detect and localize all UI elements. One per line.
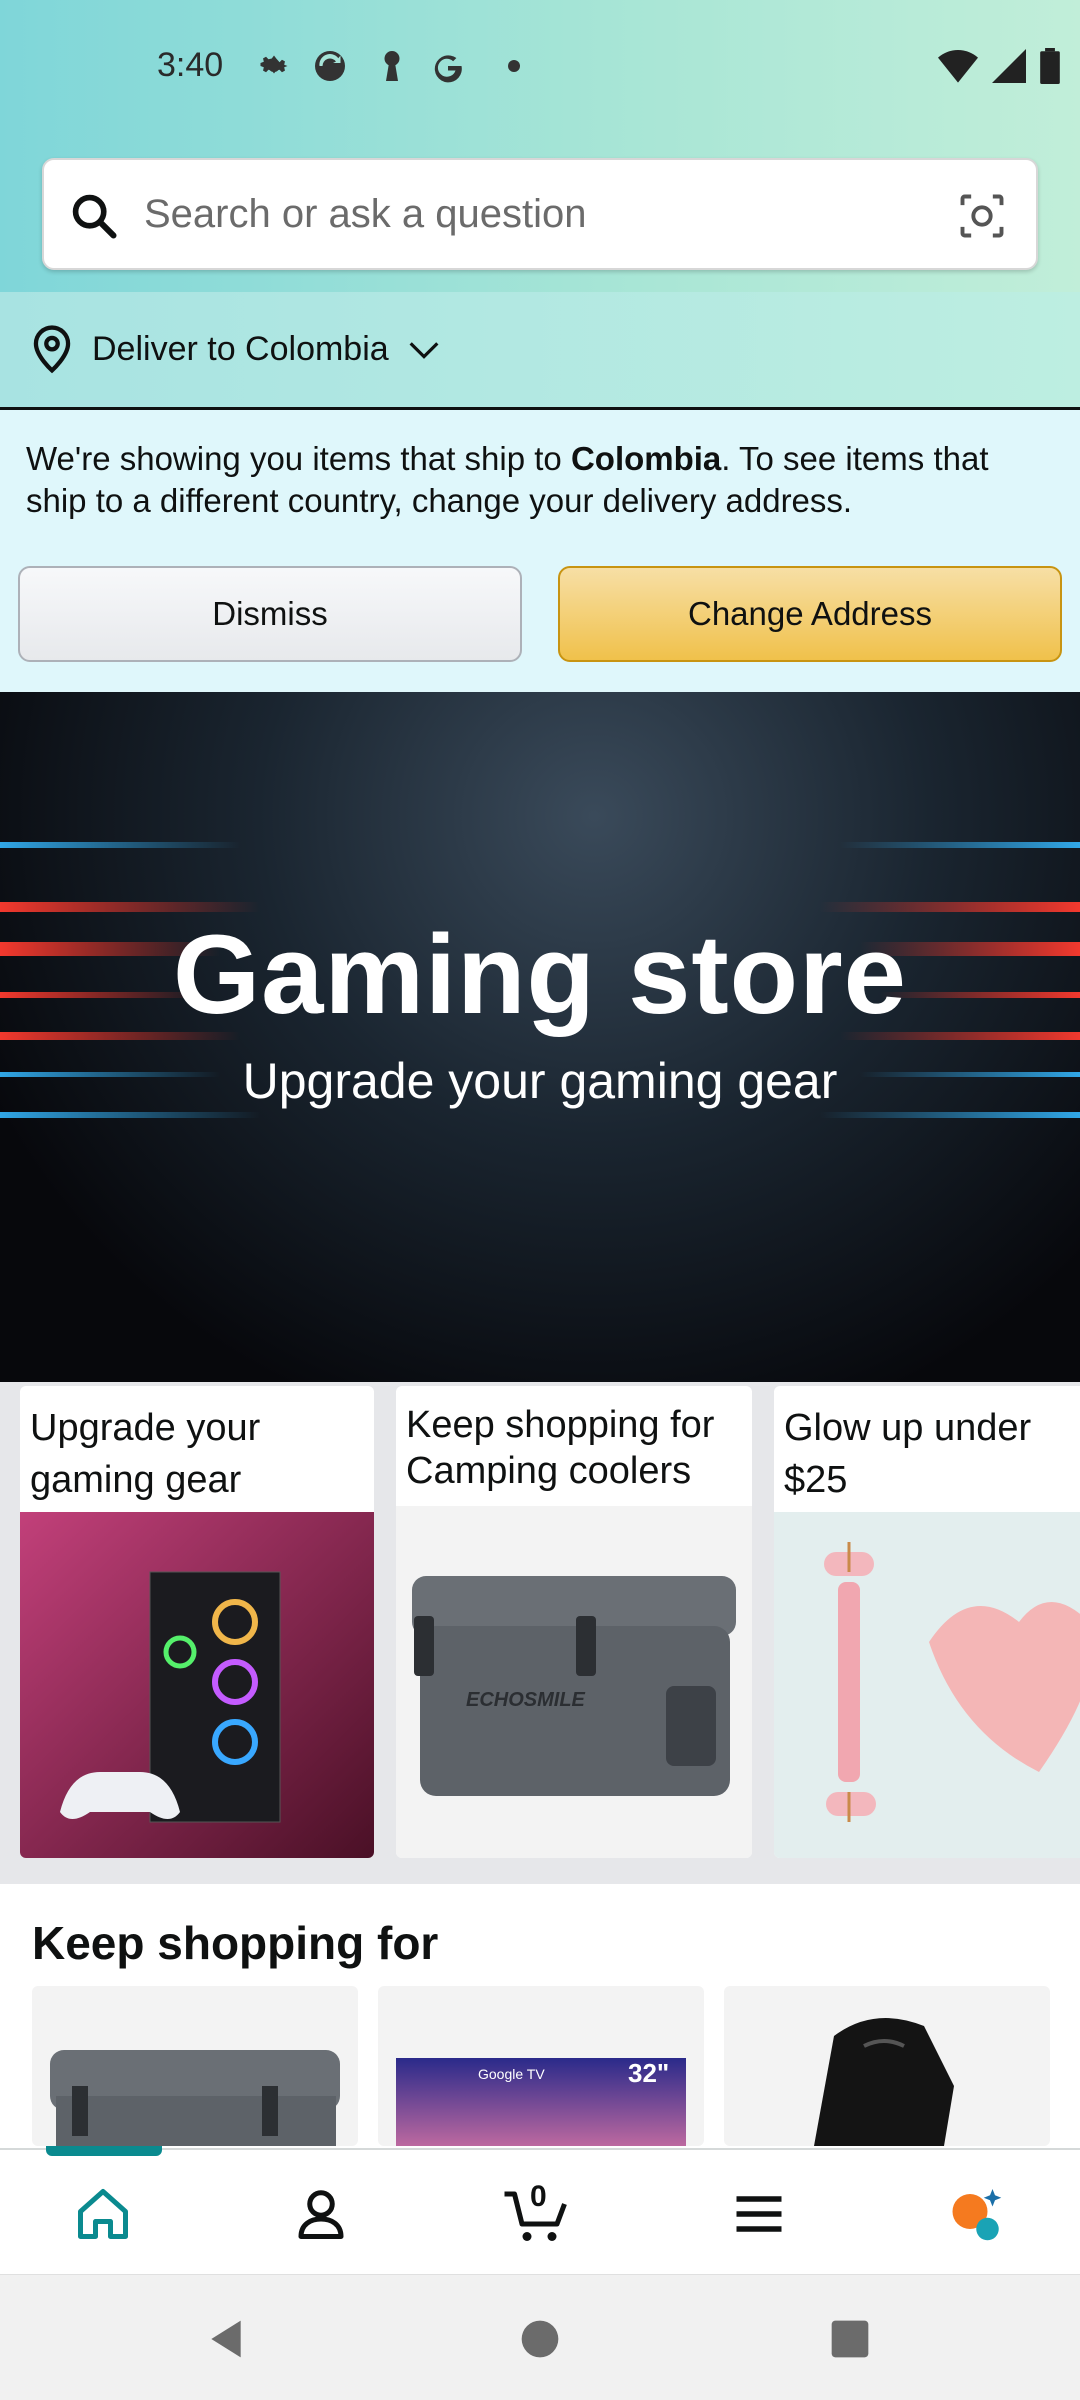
location-pin-icon <box>33 325 71 374</box>
skate-thumbnail <box>814 2018 954 2146</box>
card-title: Upgrade your gaming gear <box>30 1407 261 1501</box>
card-title: Keep shopping for Camping coolers <box>406 1404 715 1492</box>
tv-size-label: 32" <box>628 2058 670 2088</box>
notice-message: We're showing you items that ship to Col… <box>26 440 989 519</box>
keep-shopping-heading: Keep shopping for <box>32 1917 439 1969</box>
dot-icon <box>508 60 520 72</box>
search-input[interactable]: Search or ask a question <box>144 192 586 237</box>
jade-roller-image <box>774 1512 1080 1858</box>
card-camping-coolers[interactable]: Keep shopping for Camping coolers ECHOSM… <box>396 1386 752 1858</box>
home-icon[interactable] <box>72 2184 134 2244</box>
hero-subtitle: Upgrade your gaming gear <box>242 1053 838 1109</box>
signal-icon <box>992 49 1026 83</box>
search-bar[interactable]: Search or ask a question <box>42 158 1038 270</box>
card-glow-up[interactable]: Glow up under $25 <box>774 1386 1080 1858</box>
change-address-button[interactable]: Change Address <box>558 566 1062 662</box>
account-icon[interactable] <box>290 2184 352 2244</box>
bottom-nav: 0 <box>0 2146 1080 2272</box>
keyhole-icon <box>384 51 400 81</box>
keep-shopping-tile[interactable] <box>32 1986 358 2146</box>
hero-banner[interactable]: Gaming store Upgrade your gaming gear <box>0 692 1080 1382</box>
recents-icon[interactable] <box>828 2317 872 2361</box>
camera-scan-icon[interactable] <box>956 190 1008 242</box>
hero-title: Gaming store <box>173 912 907 1037</box>
search-icon[interactable] <box>68 190 120 242</box>
header: 3:40 Search or ask a question <box>0 0 1080 292</box>
svg-text:ECHOSMILE: ECHOSMILE <box>466 1689 586 1711</box>
wifi-icon <box>938 50 978 83</box>
deliver-to-bar[interactable]: Deliver to Colombia <box>0 292 1080 410</box>
card-gaming-gear[interactable]: Upgrade your gaming gear <box>20 1386 374 1858</box>
keep-shopping-tile[interactable]: Google TV 32" <box>378 1986 704 2146</box>
keep-shopping-tile[interactable] <box>724 1986 1050 2146</box>
cooler-thumbnail <box>50 2050 340 2146</box>
card-title: Glow up under $25 <box>784 1407 1032 1501</box>
deliver-to-label[interactable]: Deliver to Colombia <box>92 330 389 369</box>
shipping-notice: We're showing you items that ship to Col… <box>0 410 1080 692</box>
sync-icon <box>315 51 345 81</box>
status-bar: 3:40 <box>0 0 1080 140</box>
dismiss-button[interactable]: Dismiss <box>18 566 522 662</box>
home-button-icon[interactable] <box>518 2317 562 2361</box>
rufus-icon[interactable] <box>944 2184 1006 2244</box>
cart-count: 0 <box>530 2180 547 2213</box>
menu-icon[interactable] <box>728 2184 790 2244</box>
back-icon[interactable] <box>204 2317 248 2361</box>
status-time: 3:40 <box>157 46 224 84</box>
gear-icon <box>260 55 288 74</box>
tv-brand-label: Google TV <box>478 2066 545 2082</box>
gaming-pc-image <box>20 1512 374 1858</box>
chevron-down-icon[interactable] <box>408 338 440 362</box>
system-nav-bar <box>0 2274 1080 2400</box>
google-icon <box>434 55 462 83</box>
cooler-image: ECHOSMILE <box>396 1506 752 1858</box>
notice-country: Colombia <box>570 440 722 477</box>
battery-icon <box>1040 48 1060 84</box>
active-tab-indicator <box>46 2146 162 2156</box>
